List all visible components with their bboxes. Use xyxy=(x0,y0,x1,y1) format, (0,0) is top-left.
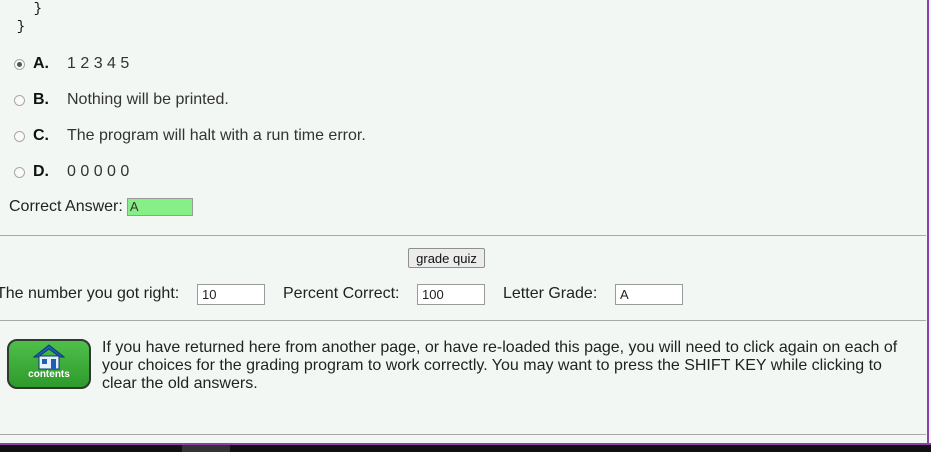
option-d[interactable]: D. 0 0 0 0 0 xyxy=(14,162,129,182)
option-b-radio[interactable] xyxy=(14,94,25,106)
divider xyxy=(0,320,926,321)
option-a-radio[interactable] xyxy=(14,58,25,70)
option-b[interactable]: B. Nothing will be printed. xyxy=(14,90,229,110)
option-a[interactable]: A. 1 2 3 4 5 xyxy=(14,54,129,74)
option-c[interactable]: C. The program will halt with a run time… xyxy=(14,126,366,146)
grade-quiz-button[interactable]: grade quiz xyxy=(408,248,485,268)
correct-answer-row: Correct Answer: A xyxy=(9,198,193,216)
divider xyxy=(0,235,926,236)
right-count-label: The number you got right: xyxy=(0,285,180,302)
percent-correct-field[interactable]: 100 xyxy=(417,284,485,305)
option-text: Nothing will be printed. xyxy=(67,91,229,108)
contents-button[interactable]: contents xyxy=(7,339,91,389)
option-text: 0 0 0 0 0 xyxy=(67,163,130,180)
code-line: } xyxy=(0,1,43,17)
option-c-radio[interactable] xyxy=(14,130,25,142)
percent-correct-label: Percent Correct: xyxy=(283,285,400,302)
option-d-radio[interactable] xyxy=(14,166,25,178)
house-icon xyxy=(33,344,65,370)
letter-grade-field[interactable]: A xyxy=(615,284,683,305)
window-border xyxy=(927,0,929,445)
divider xyxy=(0,434,926,435)
option-letter: D. xyxy=(33,163,49,180)
code-snippet: } } xyxy=(0,0,42,36)
letter-grade-label: Letter Grade: xyxy=(503,285,598,302)
option-text: 1 2 3 4 5 xyxy=(67,55,130,72)
correct-answer-field[interactable]: A xyxy=(126,198,193,216)
correct-answer-label: Correct Answer: xyxy=(9,198,123,215)
code-line: } xyxy=(0,19,26,35)
contents-label: contents xyxy=(28,369,70,380)
option-letter: B. xyxy=(33,91,49,108)
option-text: The program will halt with a run time er… xyxy=(67,127,366,144)
reload-notice: If you have returned here from another p… xyxy=(102,339,898,392)
taskbar xyxy=(0,445,931,452)
option-letter: C. xyxy=(33,127,49,144)
taskbar-item[interactable] xyxy=(182,445,230,452)
option-letter: A. xyxy=(33,55,49,72)
right-count-field[interactable]: 10 xyxy=(197,284,265,305)
